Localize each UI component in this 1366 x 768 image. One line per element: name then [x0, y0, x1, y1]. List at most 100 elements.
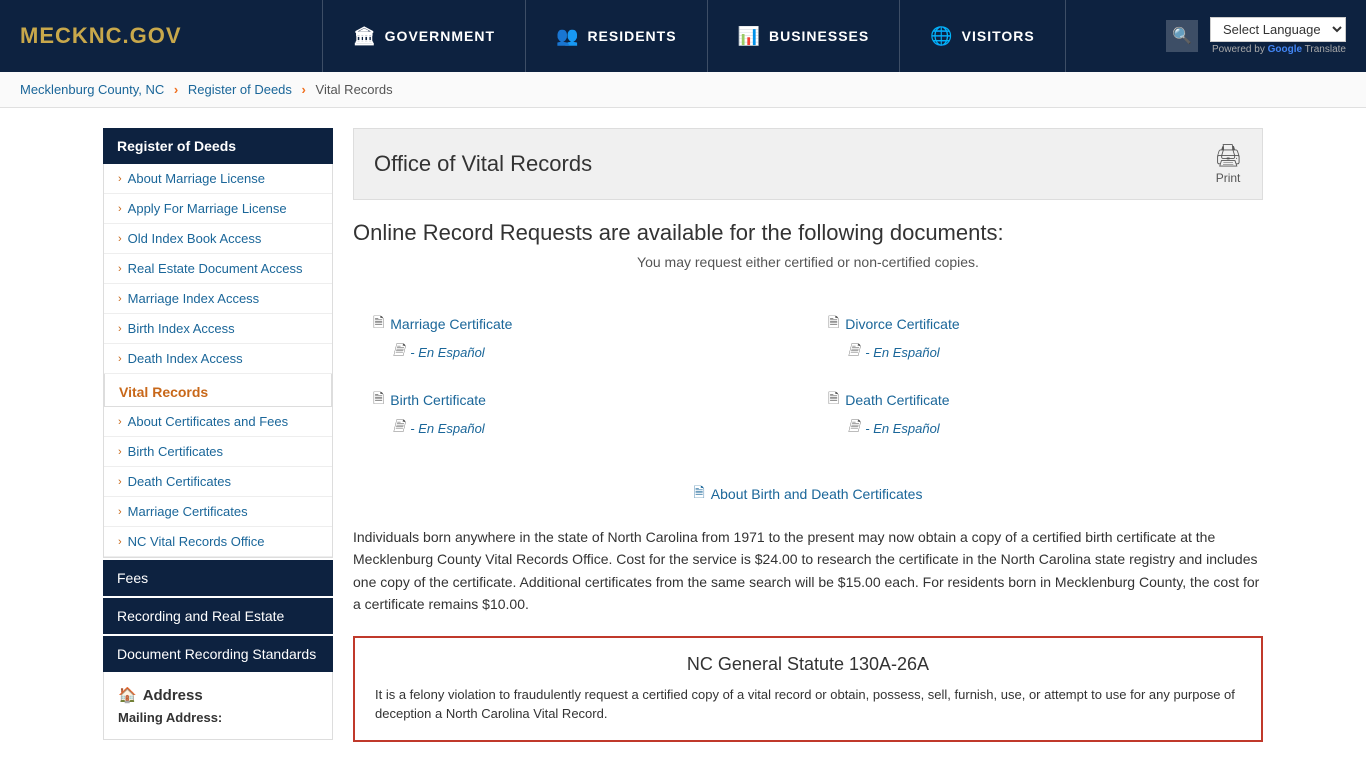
doc-icon-sm: 🗎 — [848, 416, 859, 440]
print-button[interactable]: 🖨 Print — [1214, 143, 1242, 185]
sidebar-fees[interactable]: Fees — [103, 558, 333, 596]
birth-cert-espanol[interactable]: 🗎 - En Español — [393, 416, 788, 440]
main-nav: 🏛 GOVERNMENT 👥 RESIDENTS 📊 BUSINESSES 🌐 … — [222, 0, 1166, 72]
sidebar-apply-marriage-label: Apply For Marriage License — [128, 201, 287, 216]
death-cert-link[interactable]: 🗎 Death Certificate — [828, 388, 1243, 412]
chevron-icon: › — [118, 536, 122, 548]
chevron-icon: › — [118, 323, 122, 335]
marriage-cert-label: Marriage Certificate — [390, 316, 512, 332]
doc-divorce-cell: 🗎 Divorce Certificate 🗎 - En Español — [808, 300, 1263, 376]
sidebar-about-certs-label: About Certificates and Fees — [128, 414, 288, 429]
statute-text: It is a felony violation to fraudulently… — [375, 685, 1241, 724]
chevron-icon: › — [118, 293, 122, 305]
sidebar-birth-certs[interactable]: › Birth Certificates — [104, 437, 332, 467]
sidebar-about-certs[interactable]: › About Certificates and Fees — [104, 407, 332, 437]
sidebar-death-index[interactable]: › Death Index Access — [104, 344, 332, 374]
address-section: 🏠 Address Mailing Address: — [103, 672, 333, 740]
divorce-cert-link[interactable]: 🗎 Divorce Certificate — [828, 312, 1243, 336]
statute-box: NC General Statute 130A-26A It is a felo… — [353, 636, 1263, 742]
sidebar-old-index[interactable]: › Old Index Book Access — [104, 224, 332, 254]
doc-death-cell: 🗎 Death Certificate 🗎 - En Español — [808, 376, 1263, 452]
header-right: 🔍 Select Language Powered by Google Tran… — [1166, 17, 1346, 55]
doc-icon-sm: 🗎 — [393, 416, 404, 440]
sidebar-death-certs[interactable]: › Death Certificates — [104, 467, 332, 497]
nav-residents-label: RESIDENTS — [587, 28, 676, 44]
marriage-cert-espanol[interactable]: 🗎 - En Español — [393, 340, 788, 364]
sidebar-nc-vital[interactable]: › NC Vital Records Office — [104, 527, 332, 557]
sidebar-document-recording[interactable]: Document Recording Standards — [103, 634, 333, 672]
nav-government[interactable]: 🏛 GOVERNMENT — [322, 0, 526, 72]
businesses-icon: 📊 — [738, 26, 761, 47]
death-cert-espanol[interactable]: 🗎 - En Español — [848, 416, 1243, 440]
page-title: Office of Vital Records — [374, 151, 592, 177]
translate-widget: Select Language Powered by Google Transl… — [1210, 17, 1346, 55]
sidebar-register-links: › About Marriage License › Apply For Mar… — [103, 164, 333, 558]
mailing-label: Mailing Address: — [118, 710, 318, 725]
site-logo[interactable]: MECKNC.GOV — [20, 23, 182, 49]
search-button[interactable]: 🔍 — [1166, 20, 1198, 52]
sidebar-about-marriage[interactable]: › About Marriage License — [104, 164, 332, 194]
sidebar-marriage-index[interactable]: › Marriage Index Access — [104, 284, 332, 314]
doc-icon-sm: 🗎 — [848, 340, 859, 364]
address-title-text: Address — [143, 687, 203, 704]
divorce-cert-espanol-label: - En Español — [865, 345, 939, 360]
body-text: Individuals born anywhere in the state o… — [353, 526, 1263, 616]
nav-residents[interactable]: 👥 RESIDENTS — [526, 0, 708, 72]
nav-businesses-label: BUSINESSES — [769, 28, 869, 44]
doc-icon-sm: 🗎 — [393, 340, 404, 364]
chevron-icon: › — [118, 173, 122, 185]
marriage-cert-link[interactable]: 🗎 Marriage Certificate — [373, 312, 788, 336]
nav-visitors[interactable]: 🌐 VISITORS — [900, 0, 1066, 72]
print-label: Print — [1216, 171, 1241, 185]
doc-icon: 🗎 — [373, 388, 384, 412]
document-grid: 🗎 Marriage Certificate 🗎 - En Español 🗎 … — [353, 290, 1263, 462]
language-select[interactable]: Select Language — [1210, 17, 1346, 42]
birth-cert-espanol-label: - En Español — [410, 421, 484, 436]
breadcrumb-separator-1: › — [174, 82, 178, 97]
sidebar-marriage-index-label: Marriage Index Access — [128, 291, 260, 306]
chevron-icon: › — [118, 203, 122, 215]
about-link-row: 🗎 About Birth and Death Certificates — [353, 482, 1263, 506]
doc-birth-cell: 🗎 Birth Certificate 🗎 - En Español — [353, 376, 808, 452]
chevron-icon: › — [118, 446, 122, 458]
site-header: MECKNC.GOV 🏛 GOVERNMENT 👥 RESIDENTS 📊 BU… — [0, 0, 1366, 72]
about-birth-death-link[interactable]: 🗎 About Birth and Death Certificates — [694, 482, 923, 506]
breadcrumb-link-deeds[interactable]: Register of Deeds — [188, 82, 292, 97]
divorce-cert-espanol[interactable]: 🗎 - En Español — [848, 340, 1243, 364]
online-subtext: You may request either certified or non-… — [353, 254, 1263, 270]
sidebar-register-header[interactable]: Register of Deeds — [103, 128, 333, 164]
breadcrumb-separator-2: › — [302, 82, 306, 97]
chevron-icon: › — [118, 353, 122, 365]
sidebar-birth-index[interactable]: › Birth Index Access — [104, 314, 332, 344]
main-layout: Register of Deeds › About Marriage Licen… — [83, 108, 1283, 762]
breadcrumb-current: Vital Records — [316, 82, 393, 97]
printer-icon: 🖨 — [1214, 143, 1242, 169]
sidebar-real-estate[interactable]: › Real Estate Document Access — [104, 254, 332, 284]
sidebar-recording[interactable]: Recording and Real Estate — [103, 596, 333, 634]
sidebar-about-marriage-label: About Marriage License — [128, 171, 265, 186]
doc-icon-about: 🗎 — [694, 482, 705, 506]
nav-visitors-label: VISITORS — [962, 28, 1035, 44]
sidebar-apply-marriage[interactable]: › Apply For Marriage License — [104, 194, 332, 224]
doc-icon: 🗎 — [373, 312, 384, 336]
divorce-cert-label: Divorce Certificate — [845, 316, 959, 332]
sidebar-marriage-certs[interactable]: › Marriage Certificates — [104, 497, 332, 527]
sidebar-old-index-label: Old Index Book Access — [128, 231, 262, 246]
chevron-icon: › — [118, 416, 122, 428]
about-link-label: About Birth and Death Certificates — [711, 486, 923, 502]
visitors-icon: 🌐 — [930, 26, 953, 47]
main-content: Office of Vital Records 🖨 Print Online R… — [353, 128, 1263, 742]
sidebar-real-estate-label: Real Estate Document Access — [128, 261, 303, 276]
statute-title: NC General Statute 130A-26A — [375, 654, 1241, 675]
birth-cert-link[interactable]: 🗎 Birth Certificate — [373, 388, 788, 412]
doc-icon: 🗎 — [828, 312, 839, 336]
nav-businesses[interactable]: 📊 BUSINESSES — [708, 0, 901, 72]
sidebar-birth-index-label: Birth Index Access — [128, 321, 235, 336]
sidebar-marriage-certs-label: Marriage Certificates — [128, 504, 248, 519]
online-requests-heading: Online Record Requests are available for… — [353, 220, 1263, 246]
nav-government-label: GOVERNMENT — [385, 28, 495, 44]
doc-icon: 🗎 — [828, 388, 839, 412]
breadcrumb-link-county[interactable]: Mecklenburg County, NC — [20, 82, 164, 97]
sidebar-birth-certs-label: Birth Certificates — [128, 444, 223, 459]
sidebar: Register of Deeds › About Marriage Licen… — [103, 128, 333, 742]
